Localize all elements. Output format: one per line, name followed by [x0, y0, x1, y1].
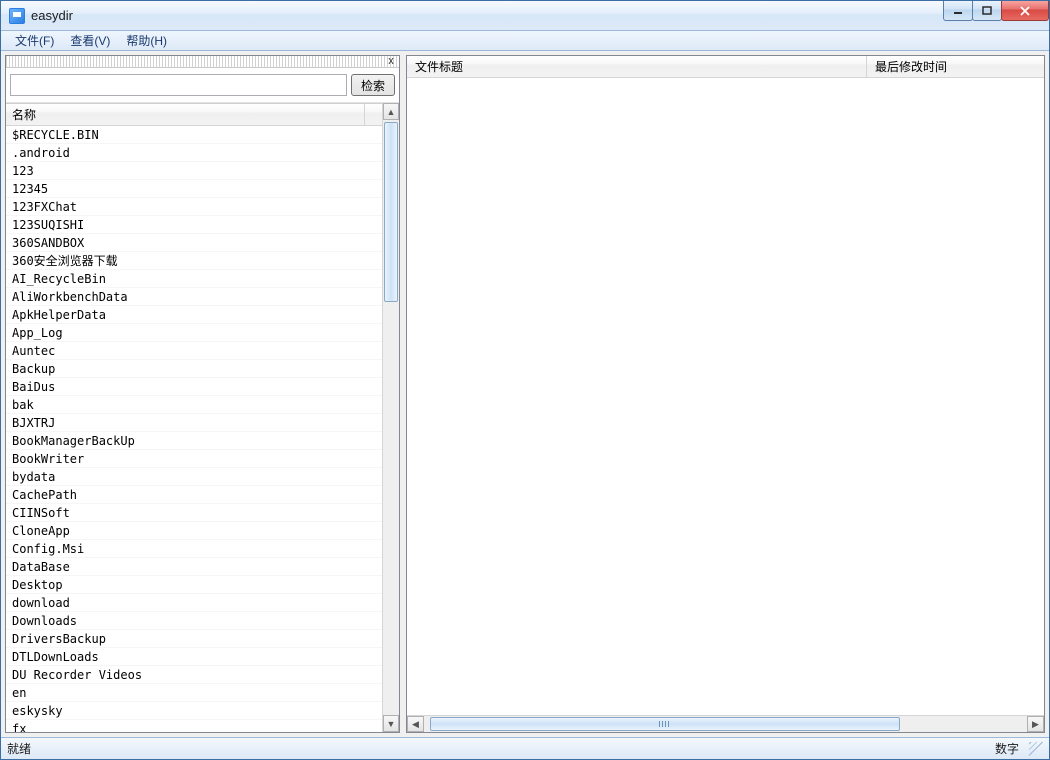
app-icon: [9, 8, 25, 24]
hscroll-track[interactable]: [424, 716, 1027, 732]
column-spacer: [364, 104, 382, 125]
list-item[interactable]: ApkHelperData: [6, 306, 382, 324]
file-list-header[interactable]: 文件标题 最后修改时间: [407, 56, 1044, 78]
horizontal-scrollbar[interactable]: ◀ ▶: [407, 715, 1044, 732]
list-item[interactable]: BookManagerBackUp: [6, 432, 382, 450]
list-item[interactable]: en: [6, 684, 382, 702]
scroll-up-icon[interactable]: ▲: [383, 103, 399, 120]
list-item[interactable]: CloneApp: [6, 522, 382, 540]
list-item[interactable]: AliWorkbenchData: [6, 288, 382, 306]
client-area: x 检索 名称 $RECYCLE.BIN.android12312345123F…: [1, 51, 1049, 737]
menu-help[interactable]: 帮助(H): [118, 32, 175, 49]
scroll-track[interactable]: [383, 120, 399, 715]
status-ready: 就绪: [7, 740, 31, 757]
list-header[interactable]: 名称: [6, 104, 382, 126]
menu-bar: 文件(F) 查看(V) 帮助(H): [1, 31, 1049, 51]
list-item[interactable]: bydata: [6, 468, 382, 486]
search-input[interactable]: [10, 74, 347, 96]
vertical-scrollbar[interactable]: ▲ ▼: [382, 103, 399, 732]
panel-close-icon[interactable]: x: [385, 55, 397, 67]
hscroll-thumb[interactable]: [430, 717, 900, 731]
list-item[interactable]: AI_RecycleBin: [6, 270, 382, 288]
list-item[interactable]: DataBase: [6, 558, 382, 576]
status-num: 数字: [995, 740, 1019, 757]
list-item[interactable]: CachePath: [6, 486, 382, 504]
scroll-right-icon[interactable]: ▶: [1027, 716, 1044, 732]
search-button[interactable]: 检索: [351, 74, 395, 96]
minimize-button[interactable]: [943, 1, 973, 21]
list-item[interactable]: DU Recorder Videos: [6, 666, 382, 684]
list-item[interactable]: eskysky: [6, 702, 382, 720]
list-item[interactable]: download: [6, 594, 382, 612]
column-file-title[interactable]: 文件标题: [407, 56, 867, 77]
app-window: easydir 文件(F) 查看(V) 帮助(H) x 检索: [0, 0, 1050, 760]
list-item[interactable]: $RECYCLE.BIN: [6, 126, 382, 144]
list-item[interactable]: 360安全浏览器下载: [6, 252, 382, 270]
list-item[interactable]: Config.Msi: [6, 540, 382, 558]
scroll-thumb[interactable]: [384, 122, 398, 302]
file-list-body: [407, 78, 1044, 715]
window-buttons: [944, 1, 1049, 21]
list-item[interactable]: .android: [6, 144, 382, 162]
list-item[interactable]: DriversBackup: [6, 630, 382, 648]
list-item[interactable]: bak: [6, 396, 382, 414]
list-item[interactable]: BookWriter: [6, 450, 382, 468]
scroll-down-icon[interactable]: ▼: [383, 715, 399, 732]
list-item[interactable]: BJXTRJ: [6, 414, 382, 432]
list-item[interactable]: 360SANDBOX: [6, 234, 382, 252]
list-item[interactable]: Downloads: [6, 612, 382, 630]
menu-view[interactable]: 查看(V): [62, 32, 118, 49]
left-panel: x 检索 名称 $RECYCLE.BIN.android12312345123F…: [5, 55, 400, 733]
status-bar: 就绪 数字: [1, 737, 1049, 759]
list-item[interactable]: 123SUQISHI: [6, 216, 382, 234]
folder-list: 名称 $RECYCLE.BIN.android12312345123FXChat…: [6, 103, 399, 732]
window-title: easydir: [31, 8, 73, 23]
panel-grip-bar[interactable]: x: [6, 56, 399, 68]
resize-grip-icon[interactable]: [1029, 742, 1043, 756]
column-modified[interactable]: 最后修改时间: [867, 58, 1044, 75]
close-button[interactable]: [1001, 1, 1049, 21]
search-row: 检索: [6, 68, 399, 103]
list-item[interactable]: App_Log: [6, 324, 382, 342]
list-item[interactable]: Desktop: [6, 576, 382, 594]
list-item[interactable]: fx: [6, 720, 382, 732]
list-item[interactable]: 123: [6, 162, 382, 180]
list-item[interactable]: BaiDus: [6, 378, 382, 396]
list-item[interactable]: Backup: [6, 360, 382, 378]
maximize-button[interactable]: [972, 1, 1002, 21]
scroll-left-icon[interactable]: ◀: [407, 716, 424, 732]
list-item[interactable]: CIINSoft: [6, 504, 382, 522]
list-item[interactable]: DTLDownLoads: [6, 648, 382, 666]
title-bar[interactable]: easydir: [1, 1, 1049, 31]
menu-file[interactable]: 文件(F): [7, 32, 62, 49]
list-item[interactable]: Auntec: [6, 342, 382, 360]
list-item[interactable]: 12345: [6, 180, 382, 198]
right-panel: 文件标题 最后修改时间 ◀ ▶: [406, 55, 1045, 733]
column-name[interactable]: 名称: [12, 106, 364, 123]
list-item[interactable]: 123FXChat: [6, 198, 382, 216]
